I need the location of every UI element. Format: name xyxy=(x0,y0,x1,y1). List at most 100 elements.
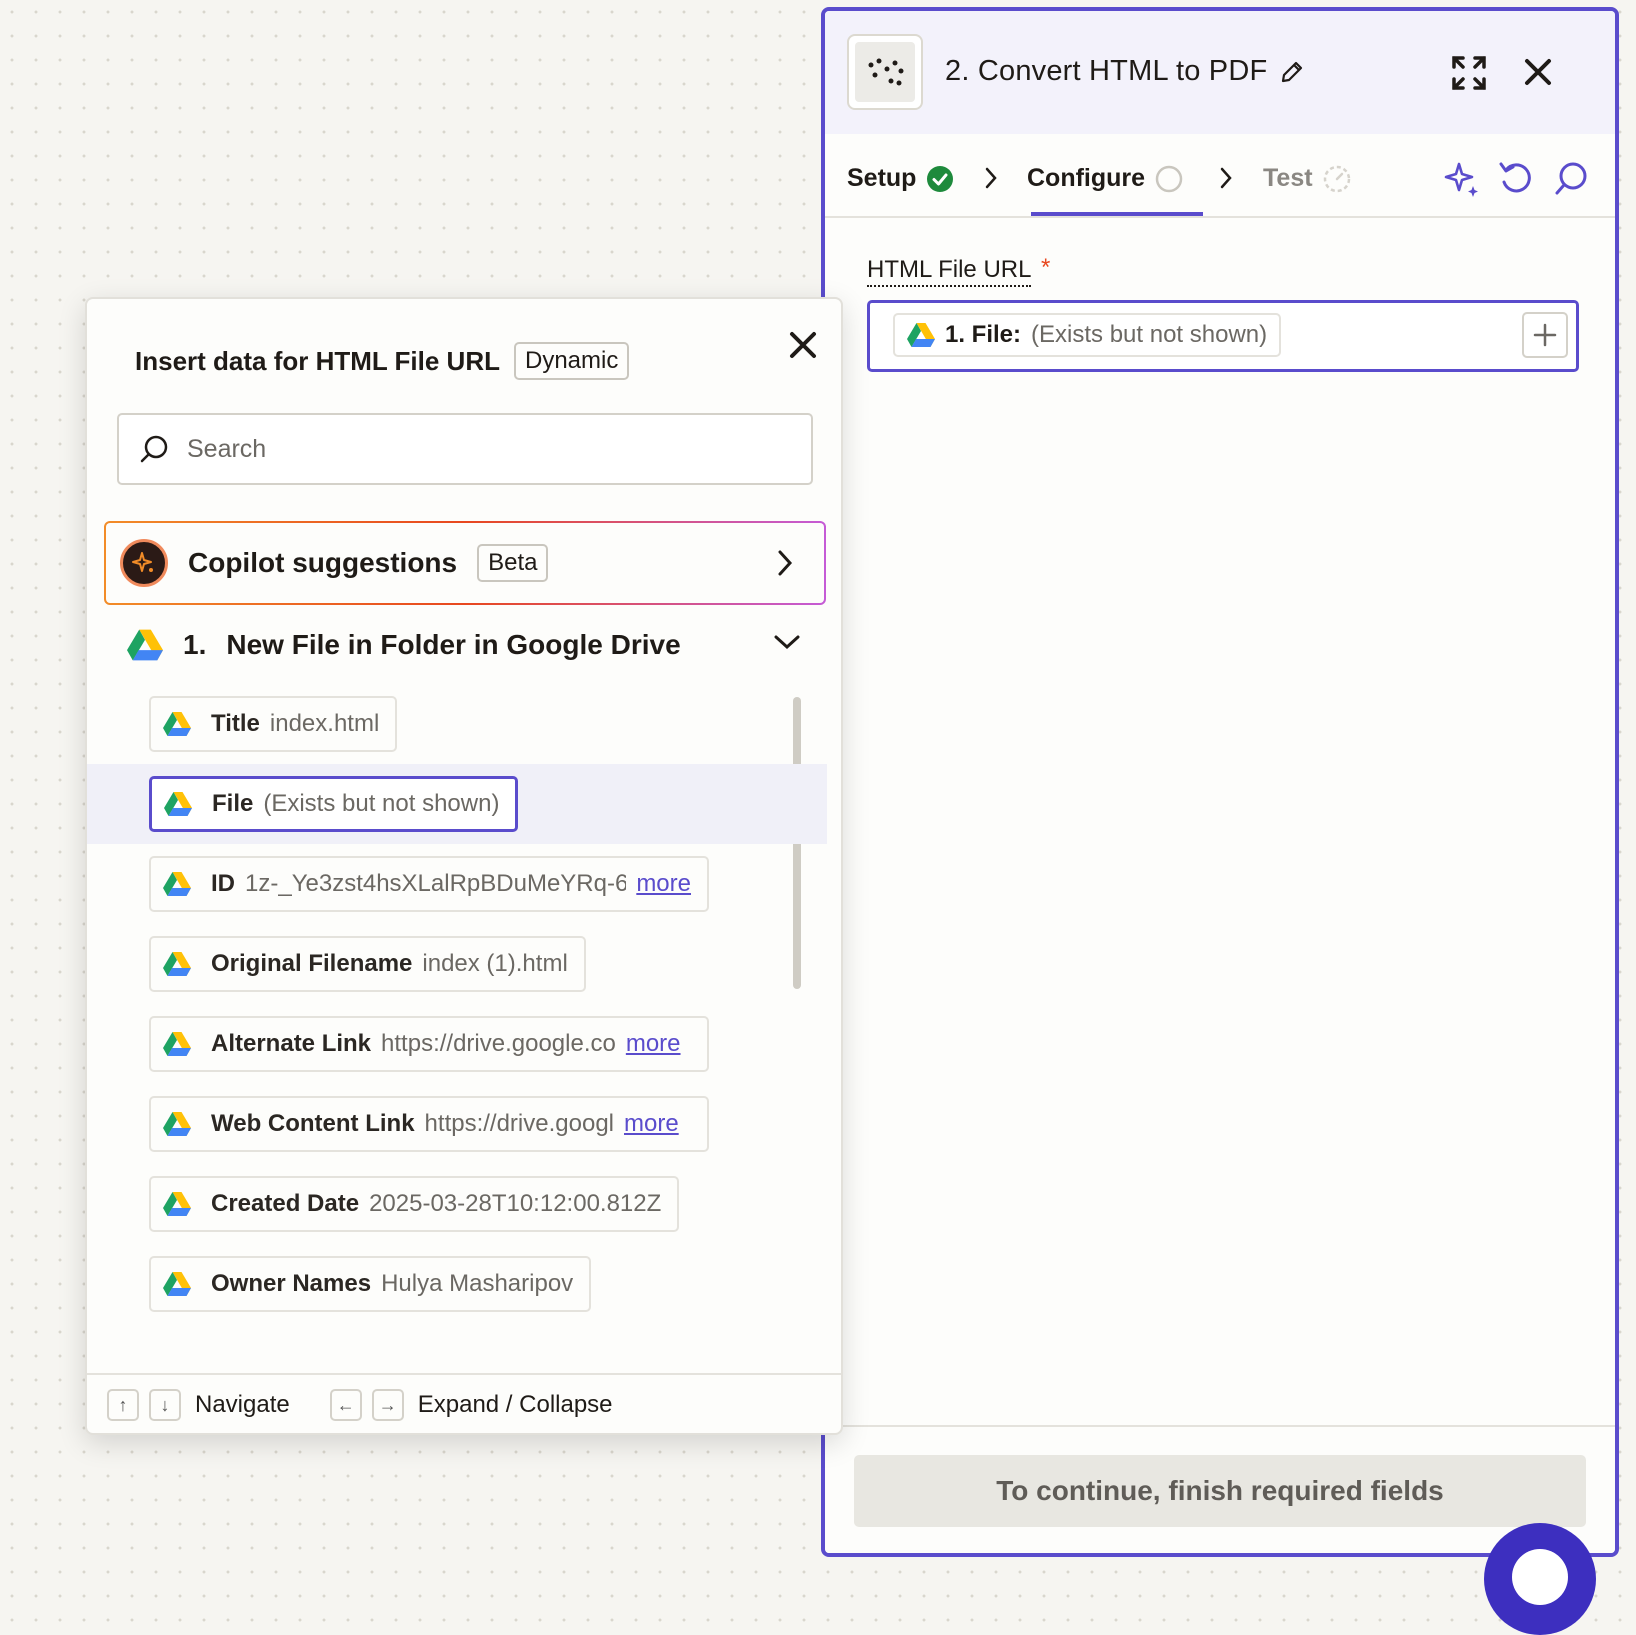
item-key: Title xyxy=(211,710,260,737)
copilot-sparkle-icon xyxy=(131,550,157,576)
item-value: (Exists but not shown) xyxy=(263,790,500,817)
dots-app-icon xyxy=(865,57,905,87)
app-icon[interactable] xyxy=(847,34,923,110)
tab-configure[interactable]: Configure xyxy=(1027,164,1183,193)
data-item-row: Web Content Link https://drive.googl mor… xyxy=(87,1084,827,1164)
google-drive-icon xyxy=(163,1272,191,1296)
more-link[interactable]: more xyxy=(626,1030,681,1058)
item-value: https://drive.google.co xyxy=(381,1030,616,1057)
trigger-group-header[interactable]: 1. New File in Folder in Google Drive xyxy=(127,615,800,675)
required-marker: * xyxy=(1041,254,1051,281)
data-item-title[interactable]: Title index.html xyxy=(149,696,398,752)
copilot-label: Copilot suggestions xyxy=(188,547,458,578)
active-tab-indicator xyxy=(1031,212,1203,216)
data-item-row: ID 1z-_Ye3zst4hsXLalRpBDuMeYRq-6 more xyxy=(87,844,827,924)
item-key: File xyxy=(212,790,254,817)
step-title-text: 2. Convert HTML to PDF xyxy=(945,55,1268,87)
search-icon xyxy=(139,434,169,464)
right-arrow-key: → xyxy=(371,1389,404,1421)
step-tabs: Setup Configure Test xyxy=(825,134,1615,218)
continue-button[interactable]: To continue, finish required fields xyxy=(854,1455,1586,1527)
item-key: Original Filename xyxy=(211,950,413,977)
pending-circle-icon xyxy=(1155,165,1183,193)
more-link[interactable]: more xyxy=(624,1110,679,1138)
plus-icon xyxy=(1533,323,1557,347)
data-item-alternate-link[interactable]: Alternate Link https://drive.google.co m… xyxy=(149,1016,709,1072)
google-drive-icon xyxy=(163,872,191,896)
google-drive-icon xyxy=(163,1032,191,1056)
chevron-down-icon xyxy=(773,633,801,651)
data-item-web-content-link[interactable]: Web Content Link https://drive.googl mor… xyxy=(149,1096,709,1152)
chevron-right-icon xyxy=(776,549,794,577)
data-item-row: Alternate Link https://drive.google.co m… xyxy=(87,1004,827,1084)
data-item-row: Title index.html xyxy=(87,684,827,764)
popover-title: Insert data for HTML File URL Dynamic xyxy=(135,342,630,380)
item-value: Hulya Masharipov xyxy=(381,1270,574,1297)
item-value: index.html xyxy=(269,710,380,737)
data-item-row-selected: File (Exists but not shown) xyxy=(87,764,827,844)
expand-icon[interactable] xyxy=(1451,55,1487,91)
chip-key: 1. File: xyxy=(945,321,1022,348)
data-item-original-filename[interactable]: Original Filename index (1).html xyxy=(149,936,586,992)
tab-setup-label: Setup xyxy=(847,164,917,192)
expand-collapse-hint: Expand / Collapse xyxy=(417,1391,613,1418)
close-icon[interactable] xyxy=(1523,57,1553,87)
google-drive-icon xyxy=(163,1112,191,1136)
item-value: 1z-_Ye3zst4hsXLalRpBDuMeYRq-6 xyxy=(245,870,627,897)
help-button[interactable] xyxy=(1484,1523,1596,1635)
data-item-file[interactable]: File (Exists but not shown) xyxy=(149,776,519,832)
file-token-chip[interactable]: 1. File: (Exists but not shown) xyxy=(893,313,1282,357)
google-drive-icon xyxy=(164,792,192,816)
data-item-row: Created Date 2025-03-28T10:12:00.812Z xyxy=(87,1164,827,1244)
item-key: Web Content Link xyxy=(211,1110,415,1137)
undo-icon[interactable] xyxy=(1498,160,1534,198)
step-header: 2. Convert HTML to PDF xyxy=(825,11,1615,134)
data-item-id[interactable]: ID 1z-_Ye3zst4hsXLalRpBDuMeYRq-6 more xyxy=(149,856,709,912)
data-item-created-date[interactable]: Created Date 2025-03-28T10:12:00.812Z xyxy=(149,1176,680,1232)
google-drive-icon xyxy=(907,323,935,347)
tab-setup[interactable]: Setup xyxy=(847,164,954,193)
comment-icon[interactable] xyxy=(1553,160,1589,198)
navigate-hint: Navigate xyxy=(195,1391,290,1418)
chevron-right-icon xyxy=(983,166,999,190)
item-key: ID xyxy=(211,870,235,897)
item-key: Owner Names xyxy=(211,1270,372,1297)
google-drive-icon xyxy=(163,712,191,736)
sparkle-icon[interactable] xyxy=(1443,160,1481,198)
data-item-owner-names[interactable]: Owner Names Hulya Masharipov xyxy=(149,1256,592,1312)
step-title: 2. Convert HTML to PDF xyxy=(945,55,1305,88)
search-input[interactable] xyxy=(185,433,749,465)
item-key: Alternate Link xyxy=(211,1030,372,1057)
item-key: Created Date xyxy=(211,1190,360,1217)
timer-icon xyxy=(1323,165,1351,193)
beta-badge: Beta xyxy=(477,544,549,582)
step-panel: 2. Convert HTML to PDF Setup Configure T… xyxy=(821,7,1619,1557)
copilot-suggestions[interactable]: Copilot suggestions Beta xyxy=(104,521,826,605)
step-footer: To continue, finish required fields xyxy=(825,1425,1615,1553)
data-item-list: Title index.html File (Exists but not sh… xyxy=(87,684,827,1324)
left-arrow-key: ← xyxy=(329,1389,362,1421)
item-value: 2025-03-28T10:12:00.812Z xyxy=(369,1190,662,1217)
copilot-avatar xyxy=(120,539,168,587)
tab-test[interactable]: Test xyxy=(1263,164,1351,193)
pencil-icon[interactable] xyxy=(1279,59,1305,85)
google-drive-icon xyxy=(163,952,191,976)
search-box xyxy=(117,413,813,485)
down-arrow-key: ↓ xyxy=(149,1389,181,1421)
group-number: 1. xyxy=(183,629,207,660)
insert-data-popover: Insert data for HTML File URL Dynamic Co… xyxy=(85,297,843,1435)
popover-title-text: Insert data for HTML File URL xyxy=(135,345,500,376)
group-title: New File in Folder in Google Drive xyxy=(226,629,681,660)
html-file-url-field[interactable]: 1. File: (Exists but not shown) xyxy=(867,300,1579,372)
more-link[interactable]: more xyxy=(636,870,691,898)
item-value: https://drive.googl xyxy=(424,1110,614,1137)
add-field-button[interactable] xyxy=(1522,312,1568,358)
google-drive-icon xyxy=(127,629,163,661)
chevron-right-icon xyxy=(1218,166,1234,190)
data-item-row: Owner Names Hulya Masharipov xyxy=(87,1244,827,1324)
close-icon[interactable] xyxy=(788,330,818,360)
html-file-url-label: HTML File URL xyxy=(867,256,1032,287)
item-value: index (1).html xyxy=(422,950,568,977)
up-arrow-key: ↑ xyxy=(107,1389,139,1421)
chip-value: (Exists but not shown) xyxy=(1031,321,1268,348)
